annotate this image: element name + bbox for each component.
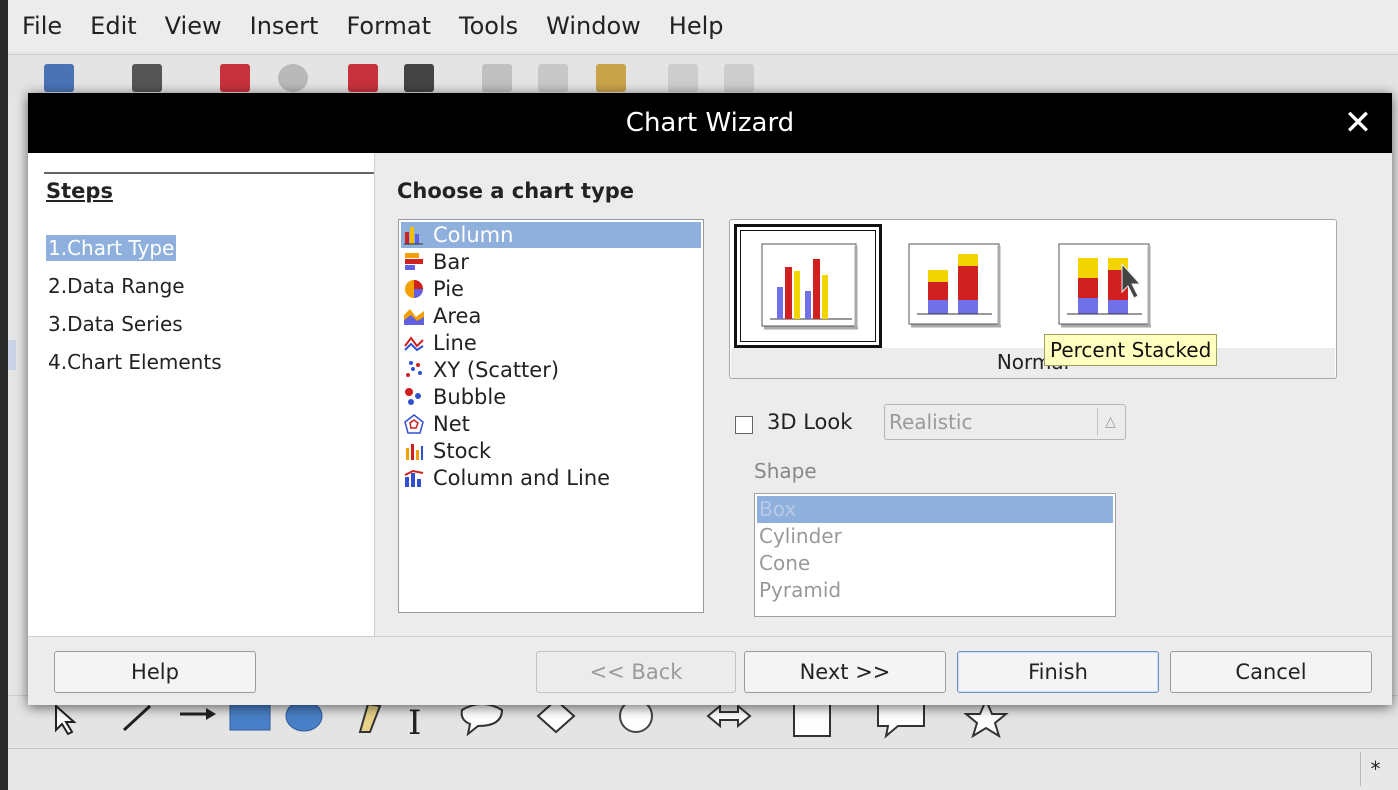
save-icon[interactable]	[220, 64, 250, 92]
close-icon[interactable]: ✕	[1338, 103, 1378, 143]
chart-wizard-dialog: Chart Wizard ✕ Steps 1.Chart Type 2.Data…	[28, 93, 1392, 705]
chart-type-label: Bubble	[433, 385, 507, 409]
chart-variant-panel: Normal	[729, 219, 1337, 379]
chart-type-column-and-line[interactable]: Column and Line	[401, 465, 701, 491]
chart-type-label: Column and Line	[433, 466, 611, 490]
column-and-line-chart-icon	[404, 469, 424, 487]
chart-type-label: XY (Scatter)	[433, 358, 560, 382]
step-chart-elements[interactable]: 4.Chart Elements	[46, 349, 224, 375]
chart-type-label: Area	[433, 304, 482, 328]
chart-type-label: Stock	[433, 439, 492, 463]
chart-type-stock[interactable]: Stock	[401, 438, 701, 464]
bubble-chart-icon	[405, 388, 421, 405]
chart-type-net[interactable]: Net	[401, 411, 701, 437]
column-chart-icon	[404, 227, 423, 245]
document-modified-indicator: *	[1360, 752, 1390, 786]
chart-type-label: Column	[433, 223, 514, 247]
step-data-range[interactable]: 2.Data Range	[46, 273, 187, 299]
percent-stacked-column-preview-icon	[1058, 243, 1151, 328]
back-button[interactable]: << Back	[536, 651, 736, 693]
step-chart-type[interactable]: 1.Chart Type	[46, 235, 177, 261]
menu-edit[interactable]: Edit	[90, 12, 136, 40]
variant-tooltip: Percent Stacked	[1044, 334, 1218, 366]
chart-type-pie[interactable]: Pie	[401, 276, 701, 302]
stock-chart-icon	[406, 444, 423, 460]
spin-arrows-icon[interactable]: △	[1097, 408, 1123, 436]
3d-scheme-value: Realistic	[889, 410, 973, 434]
chart-type-bubble[interactable]: Bubble	[401, 384, 701, 410]
3d-look-checkbox[interactable]	[735, 416, 753, 434]
variant-caption: Normal	[996, 350, 1070, 374]
normal-column-preview-icon	[761, 243, 858, 330]
chart-type-label: Pie	[433, 277, 464, 301]
shape-item-box[interactable]: Box	[757, 496, 1113, 523]
footer-divider	[28, 636, 1392, 637]
menubar: File Edit View Insert Format Tools Windo…	[8, 0, 1398, 52]
menu-file[interactable]: File	[22, 12, 62, 40]
email-icon[interactable]	[278, 64, 308, 92]
steps-divider	[44, 172, 374, 174]
menu-format[interactable]: Format	[346, 12, 431, 40]
menu-window[interactable]: Window	[546, 12, 641, 40]
print-icon[interactable]	[404, 64, 434, 92]
chart-type-bar[interactable]: Bar	[401, 249, 701, 275]
menu-tools[interactable]: Tools	[459, 12, 518, 40]
variant-normal[interactable]	[734, 224, 882, 348]
scatter-chart-icon	[406, 361, 422, 377]
shape-list[interactable]: Box Cylinder Cone Pyramid	[754, 493, 1116, 617]
shape-item-cone[interactable]: Cone	[757, 550, 1113, 577]
dialog-titlebar: Chart Wizard ✕	[28, 93, 1392, 153]
menu-insert[interactable]: Insert	[250, 12, 319, 40]
pie-chart-icon	[405, 280, 423, 298]
copy-icon[interactable]	[538, 64, 568, 92]
net-chart-icon	[404, 414, 424, 434]
cancel-button[interactable]: Cancel	[1170, 651, 1372, 693]
step-data-series[interactable]: 3.Data Series	[46, 311, 185, 337]
menu-view[interactable]: View	[165, 12, 222, 40]
export-pdf-icon[interactable]	[348, 64, 378, 92]
shape-item-pyramid[interactable]: Pyramid	[757, 577, 1113, 604]
area-chart-icon	[404, 309, 424, 325]
steps-title: Steps	[46, 179, 113, 203]
finish-button[interactable]: Finish	[957, 651, 1159, 693]
open-icon[interactable]	[132, 64, 162, 92]
help-button[interactable]: Help	[54, 651, 256, 693]
3d-look-label[interactable]: 3D Look	[767, 410, 852, 434]
status-bar	[8, 748, 1398, 790]
stacked-column-preview-icon	[908, 243, 1001, 328]
bar-chart-icon	[405, 253, 423, 270]
line-chart-icon	[404, 336, 424, 352]
chart-type-area[interactable]: Area	[401, 303, 701, 329]
chart-type-heading: Choose a chart type	[397, 179, 635, 203]
undo-icon[interactable]	[668, 64, 698, 92]
cut-icon[interactable]	[482, 64, 512, 92]
redo-icon[interactable]	[724, 64, 754, 92]
new-document-icon[interactable]	[44, 64, 74, 92]
svg-text:I: I	[408, 703, 421, 743]
standard-toolbar	[8, 54, 1398, 96]
variant-stacked[interactable]	[884, 224, 1032, 348]
chart-type-list[interactable]: Column Bar Pie Area Line XY (Scatter) Bu…	[398, 219, 704, 613]
paste-icon[interactable]	[596, 64, 626, 92]
row-highlight	[8, 340, 16, 370]
chart-type-xy-scatter[interactable]: XY (Scatter)	[401, 357, 701, 383]
chart-type-label: Line	[433, 331, 477, 355]
menu-help[interactable]: Help	[669, 12, 724, 40]
chart-type-line[interactable]: Line	[401, 330, 701, 356]
shape-item-cylinder[interactable]: Cylinder	[757, 523, 1113, 550]
variant-percent-stacked[interactable]	[1034, 224, 1182, 348]
3d-scheme-select[interactable]: Realistic △	[884, 404, 1126, 440]
chart-type-label: Net	[433, 412, 470, 436]
chart-type-label: Bar	[433, 250, 469, 274]
steps-pane: Steps 1.Chart Type 2.Data Range 3.Data S…	[28, 153, 375, 636]
chart-type-column[interactable]: Column	[401, 222, 701, 248]
dialog-title: Chart Wizard	[625, 108, 795, 138]
next-button[interactable]: Next >>	[744, 651, 946, 693]
shape-label: Shape	[754, 459, 817, 483]
